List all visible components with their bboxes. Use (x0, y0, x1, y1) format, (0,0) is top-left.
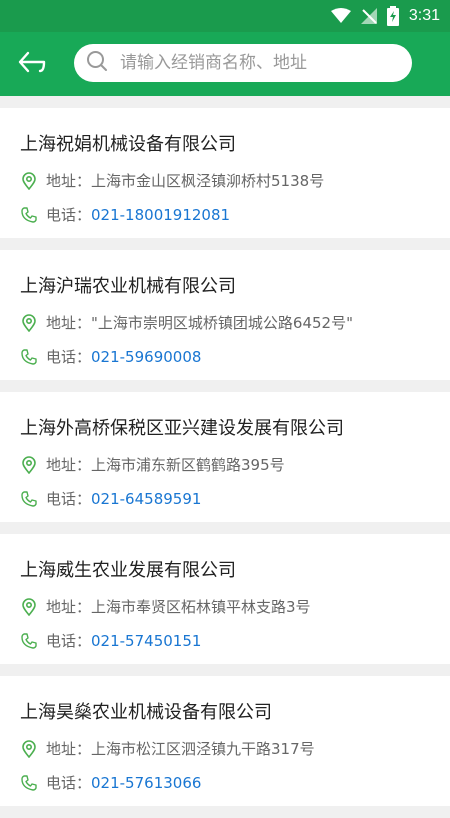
location-pin-icon (20, 597, 38, 616)
dealer-card[interactable]: 上海外高桥保税区亚兴建设发展有限公司 地址： 上海市浦东新区鹤鹤路395号 电话… (0, 392, 450, 522)
dealer-card[interactable]: 上海沪瑞农业机械有限公司 地址： "上海市崇明区城桥镇团城公路6452号" 电话… (0, 250, 450, 380)
address-label: 地址： (46, 172, 92, 190)
address-label: 地址： (46, 456, 92, 474)
status-time: 3:31 (408, 7, 440, 24)
phone-link[interactable]: 021-64589591 (91, 490, 201, 508)
phone-icon (20, 490, 38, 508)
address-value: "上海市崇明区城桥镇团城公路6452号" (91, 314, 353, 332)
address-value: 上海市奉贤区柘林镇平林支路3号 (91, 598, 311, 616)
search-input[interactable] (118, 52, 392, 74)
phone-label: 电话： (46, 774, 92, 792)
address-value: 上海市浦东新区鹤鹤路395号 (91, 456, 285, 474)
dealer-card[interactable]: 上海昊燊农业机械设备有限公司 地址： 上海市松江区泗泾镇九干路317号 电话： … (0, 676, 450, 806)
dealer-list: 上海祝娟机械设备有限公司 地址： 上海市金山区枫泾镇泖桥村5138号 电话： 0… (0, 108, 450, 818)
dealer-address-row: 地址： 上海市奉贤区柘林镇平林支路3号 (20, 596, 311, 617)
dealer-address-row: 地址： 上海市浦东新区鹤鹤路395号 (20, 454, 285, 475)
phone-link[interactable]: 021-57613066 (91, 774, 201, 792)
battery-charging-icon (386, 6, 399, 26)
wifi-icon (330, 8, 351, 24)
dealer-phone-row: 电话： 021-18001912081 (20, 204, 230, 225)
dealer-name: 上海祝娟机械设备有限公司 (20, 134, 236, 155)
location-pin-icon (20, 739, 38, 758)
phone-icon (20, 348, 38, 366)
dealer-address-row: 地址： 上海市松江区泗泾镇九干路317号 (20, 738, 315, 759)
back-button[interactable] (0, 32, 64, 96)
dealer-address-row: 地址： "上海市崇明区城桥镇团城公路6452号" (20, 312, 353, 333)
phone-label: 电话： (46, 348, 92, 366)
dealer-phone-row: 电话： 021-59690008 (20, 346, 201, 367)
dealer-phone-row: 电话： 021-57613066 (20, 772, 201, 793)
dealer-phone-row: 电话： 021-64589591 (20, 488, 201, 509)
phone-link[interactable]: 021-57450151 (91, 632, 201, 650)
address-label: 地址： (46, 740, 92, 758)
search-icon (86, 50, 108, 76)
phone-link[interactable]: 021-59690008 (91, 348, 201, 366)
status-bar: 3:31 (0, 0, 450, 32)
toolbar (0, 32, 450, 96)
location-pin-icon (20, 313, 38, 332)
location-pin-icon (20, 171, 38, 190)
phone-link[interactable]: 021-18001912081 (91, 206, 230, 224)
phone-label: 电话： (46, 632, 92, 650)
phone-label: 电话： (46, 206, 92, 224)
dealer-phone-row: 电话： 021-57450151 (20, 630, 201, 651)
dealer-name: 上海威生农业发展有限公司 (20, 560, 236, 581)
dealer-card[interactable]: 上海祝娟机械设备有限公司 地址： 上海市金山区枫泾镇泖桥村5138号 电话： 0… (0, 108, 450, 238)
dealer-name: 上海外高桥保税区亚兴建设发展有限公司 (20, 418, 344, 439)
address-value: 上海市金山区枫泾镇泖桥村5138号 (91, 172, 325, 190)
phone-icon (20, 632, 38, 650)
phone-icon (20, 774, 38, 792)
address-label: 地址： (46, 598, 92, 616)
dealer-name: 上海沪瑞农业机械有限公司 (20, 276, 236, 297)
phone-icon (20, 206, 38, 224)
search-bar[interactable] (74, 44, 412, 82)
no-signal-icon (360, 8, 377, 24)
address-label: 地址： (46, 314, 92, 332)
location-pin-icon (20, 455, 38, 474)
dealer-card[interactable]: 上海威生农业发展有限公司 地址： 上海市奉贤区柘林镇平林支路3号 电话： 021… (0, 534, 450, 664)
back-arrow-icon (18, 51, 46, 77)
dealer-name: 上海昊燊农业机械设备有限公司 (20, 702, 272, 723)
address-value: 上海市松江区泗泾镇九干路317号 (91, 740, 315, 758)
dealer-address-row: 地址： 上海市金山区枫泾镇泖桥村5138号 (20, 170, 324, 191)
phone-label: 电话： (46, 490, 92, 508)
